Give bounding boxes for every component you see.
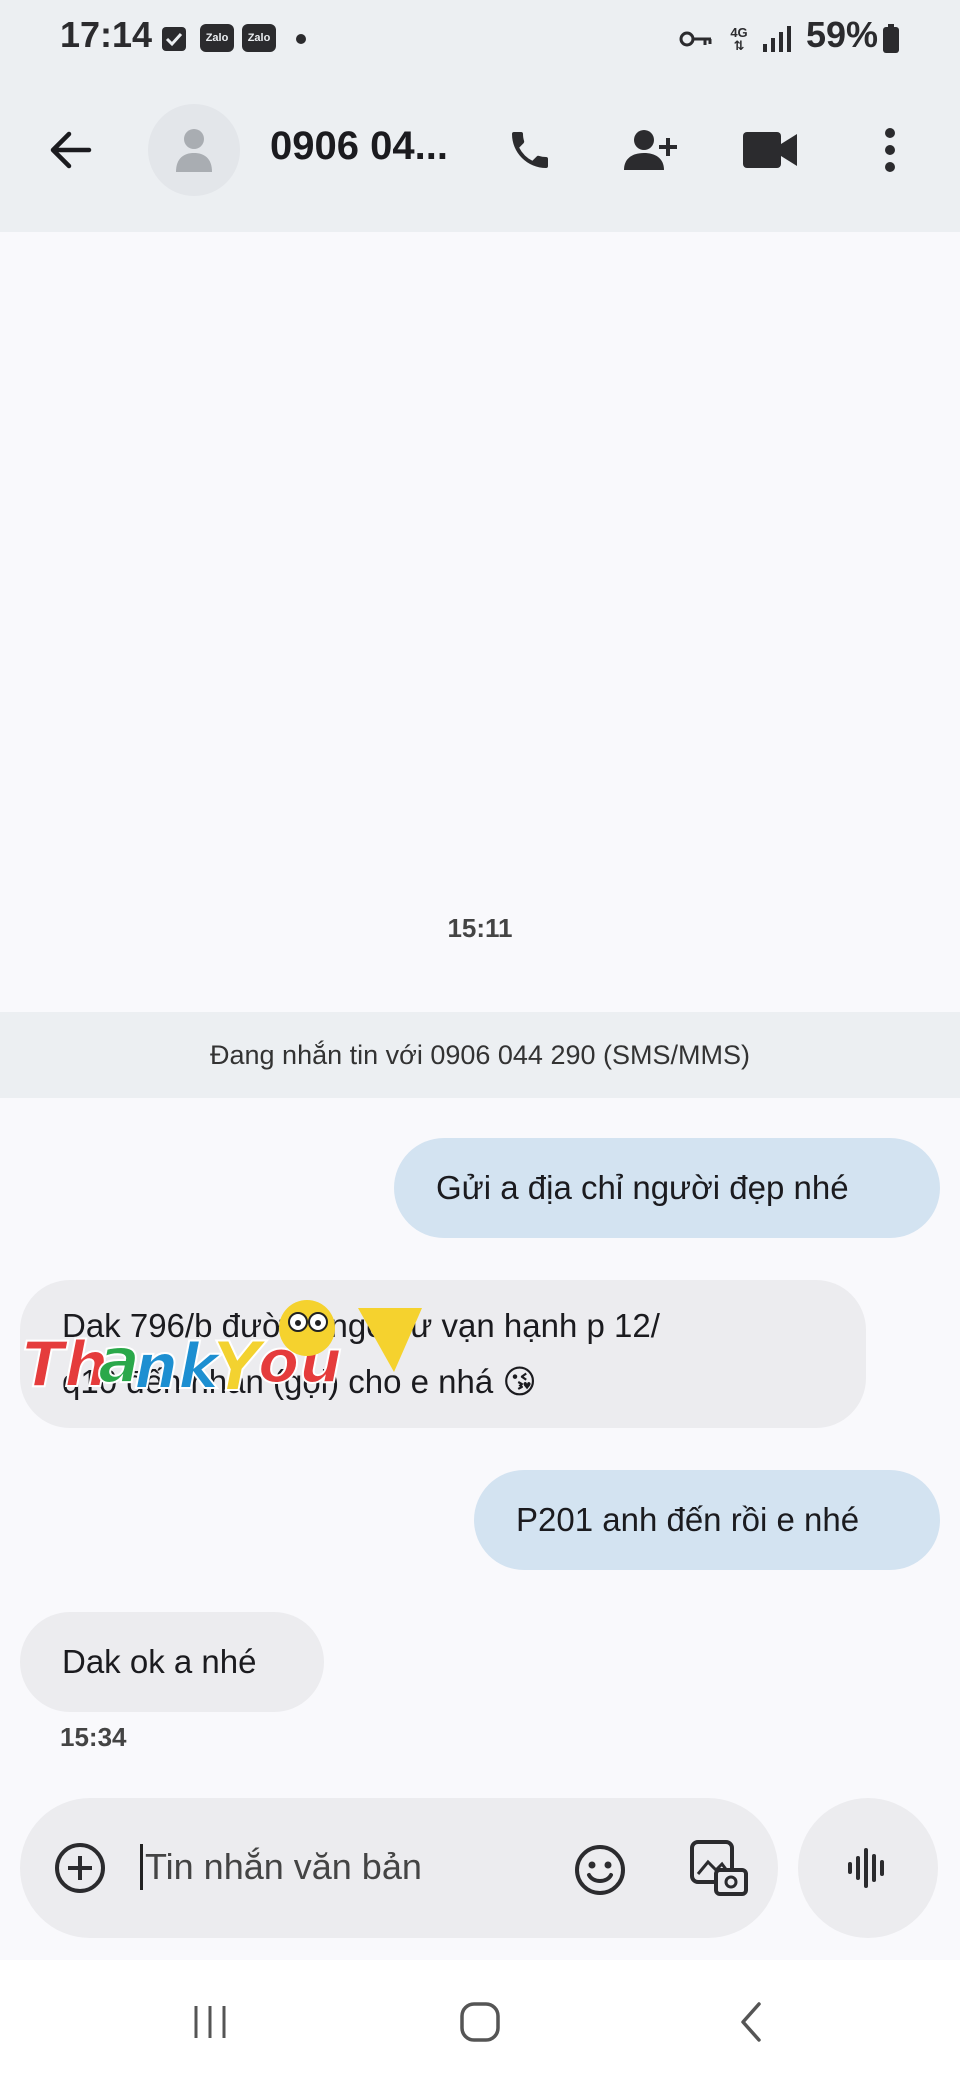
message-text: Dak ok a nhé: [62, 1643, 257, 1680]
signal-icon: [760, 24, 792, 54]
contact-avatar[interactable]: [148, 104, 240, 196]
checkbox-notification-icon: [160, 24, 188, 54]
network-type-icon: 4G ⇅: [730, 25, 748, 53]
battery-percent: 59%: [805, 14, 878, 55]
more-notifications-dot-icon: [296, 34, 306, 44]
phone-call-icon[interactable]: [490, 110, 570, 190]
battery-icon: [880, 24, 902, 54]
back-arrow-icon[interactable]: [30, 110, 110, 190]
svg-text:nk: nk: [134, 1330, 223, 1403]
video-call-icon[interactable]: [730, 110, 810, 190]
zalo-notification-icon-2: Zalo: [242, 24, 276, 52]
voice-message-button[interactable]: [798, 1798, 938, 1938]
incoming-message[interactable]: Dak ok a nhé: [20, 1612, 324, 1712]
person-icon: [176, 129, 212, 172]
contact-title[interactable]: 0906 04...: [270, 124, 448, 169]
svg-text:Th: Th: [22, 1328, 108, 1401]
more-options-icon[interactable]: [850, 110, 930, 190]
recent-apps-icon[interactable]: [170, 1990, 250, 2054]
gallery-camera-icon[interactable]: [684, 1834, 754, 1904]
back-nav-icon[interactable]: [710, 1990, 790, 2054]
thank-you-sticker: Th a nk Y ou: [21, 1298, 462, 1408]
emoji-icon[interactable]: [568, 1838, 632, 1902]
zalo-notification-icon: Zalo: [200, 24, 234, 52]
waveform-icon: [848, 1848, 884, 1888]
outgoing-message[interactable]: Gửi a địa chỉ người đẹp nhé: [394, 1138, 940, 1238]
home-icon[interactable]: [440, 1990, 520, 2054]
message-input-placeholder: Tin nhắn văn bản: [145, 1846, 422, 1887]
outgoing-message[interactable]: P201 anh đến rồi e nhé: [474, 1470, 940, 1570]
add-contact-icon[interactable]: [610, 110, 690, 190]
status-time: 17:14: [60, 14, 153, 55]
message-input[interactable]: Tin nhắn văn bản: [140, 1832, 422, 1902]
sms-mode-banner: Đang nhắn tin với 0906 044 290 (SMS/MMS): [0, 1012, 960, 1098]
text-caret: [140, 1844, 143, 1890]
message-text: P201 anh đến rồi e nhé: [516, 1501, 860, 1538]
add-attachment-icon[interactable]: [50, 1838, 110, 1898]
vpn-key-icon: [678, 24, 714, 54]
message-text: Gửi a địa chỉ người đẹp nhé: [436, 1169, 849, 1206]
time-divider: 15:11: [447, 913, 513, 943]
message-timestamp: 15:34: [60, 1722, 127, 1752]
